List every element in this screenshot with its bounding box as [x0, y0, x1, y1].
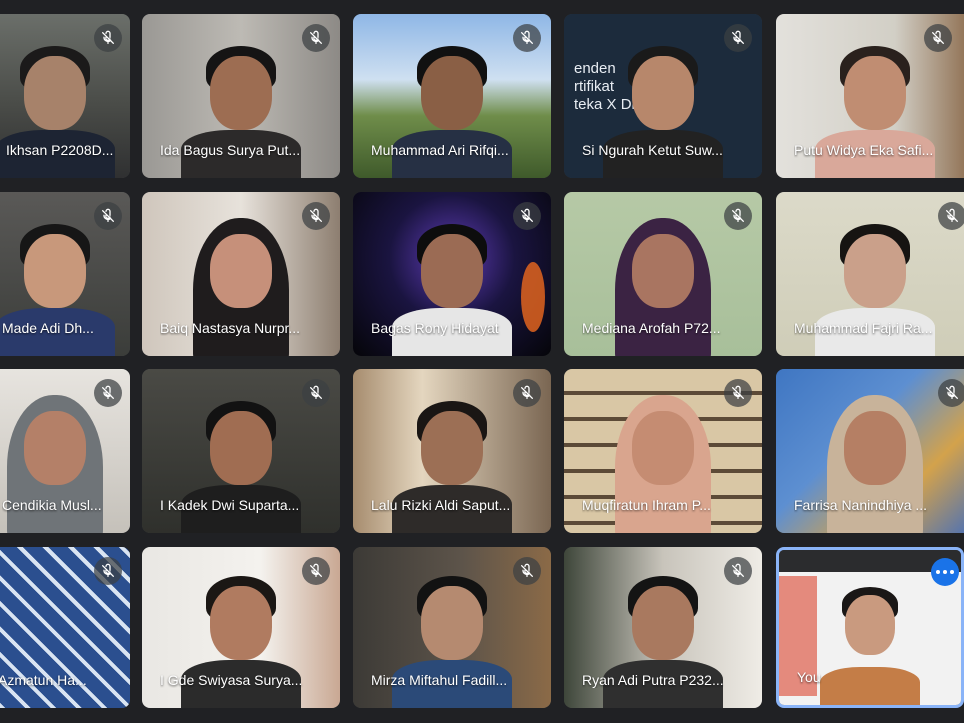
participant-tile[interactable]: Ryan Adi Putra P232...	[564, 547, 762, 708]
mic-off-icon	[302, 379, 330, 407]
mic-off-icon	[302, 557, 330, 585]
participant-tile[interactable]: Putu Widya Eka Safi...	[776, 14, 964, 178]
participant-tile[interactable]: Muhammad Ari Rifqi...	[353, 14, 551, 178]
mic-off-icon	[94, 557, 122, 585]
participant-tile[interactable]: Baiq Nastasya Nurpr...	[142, 192, 340, 356]
participant-tile[interactable]: Ikhsan P2208D...	[0, 14, 130, 178]
mic-off-icon	[94, 379, 122, 407]
participant-name: Muhammad Ari Rifqi...	[371, 142, 509, 158]
self-tile[interactable]: You	[776, 547, 964, 708]
participant-name: Mediana Arofah P72...	[582, 320, 721, 336]
participant-tile[interactable]: Azmatun Ha...	[0, 547, 130, 708]
mic-off-icon	[724, 557, 752, 585]
participant-name: Ryan Adi Putra P232...	[582, 672, 724, 688]
mic-off-icon	[513, 379, 541, 407]
participant-name: Azmatun Ha...	[0, 672, 87, 688]
participant-name: I Gde Swiyasa Surya...	[160, 672, 303, 688]
participant-name: Farrisa Nanindhiya ...	[794, 497, 928, 513]
participant-name: I Kadek Dwi Suparta...	[160, 497, 300, 513]
participant-tile[interactable]: I Gde Swiyasa Surya...	[142, 547, 340, 708]
mic-off-icon	[302, 202, 330, 230]
more-options-icon[interactable]	[931, 558, 959, 586]
participant-tile[interactable]: Farrisa Nanindhiya ...	[776, 369, 964, 533]
mic-off-icon	[938, 202, 964, 230]
mic-off-icon	[724, 24, 752, 52]
participant-name: Ida Bagus Surya Put...	[160, 142, 301, 158]
mic-off-icon	[513, 24, 541, 52]
participant-tile[interactable]: Muqfiratun Ihram P...	[564, 369, 762, 533]
participant-name: Ikhsan P2208D...	[6, 142, 114, 158]
participant-tile[interactable]: Bagas Rony Hidayat	[353, 192, 551, 356]
participant-name: Bagas Rony Hidayat	[371, 320, 499, 336]
participant-tile[interactable]: Lalu Rizki Aldi Saput...	[353, 369, 551, 533]
participant-tile[interactable]: enden rtifikat teka X Dicoding Si Ngurah…	[564, 14, 762, 178]
participant-name: Lalu Rizki Aldi Saput...	[371, 497, 511, 513]
mic-off-icon	[724, 202, 752, 230]
participant-name: Si Ngurah Ketut Suw...	[582, 142, 723, 158]
mic-off-icon	[94, 24, 122, 52]
mic-off-icon	[924, 24, 952, 52]
participant-name: Muhammad Fajri Ra...	[794, 320, 933, 336]
mic-off-icon	[724, 379, 752, 407]
participant-tile[interactable]: Cendikia Musl...	[0, 369, 130, 533]
participant-name: Putu Widya Eka Safi...	[794, 142, 934, 158]
mic-off-icon	[302, 24, 330, 52]
participant-grid: Ikhsan P2208D... Ida Bagus Surya Put... …	[0, 0, 964, 723]
participant-tile[interactable]: Ida Bagus Surya Put...	[142, 14, 340, 178]
participant-tile[interactable]: Muhammad Fajri Ra...	[776, 192, 964, 356]
participant-name: You	[797, 669, 821, 685]
participant-name: Cendikia Musl...	[2, 497, 102, 513]
mic-off-icon	[938, 379, 964, 407]
participant-tile[interactable]: Mirza Miftahul Fadill...	[353, 547, 551, 708]
mic-off-icon	[513, 202, 541, 230]
participant-tile[interactable]: I Kadek Dwi Suparta...	[142, 369, 340, 533]
mic-off-icon	[94, 202, 122, 230]
participant-tile[interactable]: Mediana Arofah P72...	[564, 192, 762, 356]
mic-off-icon	[513, 557, 541, 585]
participant-tile[interactable]: Made Adi Dh...	[0, 192, 130, 356]
participant-name: Made Adi Dh...	[2, 320, 94, 336]
participant-name: Baiq Nastasya Nurpr...	[160, 320, 301, 336]
participant-name: Mirza Miftahul Fadill...	[371, 672, 508, 688]
participant-name: Muqfiratun Ihram P...	[582, 497, 711, 513]
